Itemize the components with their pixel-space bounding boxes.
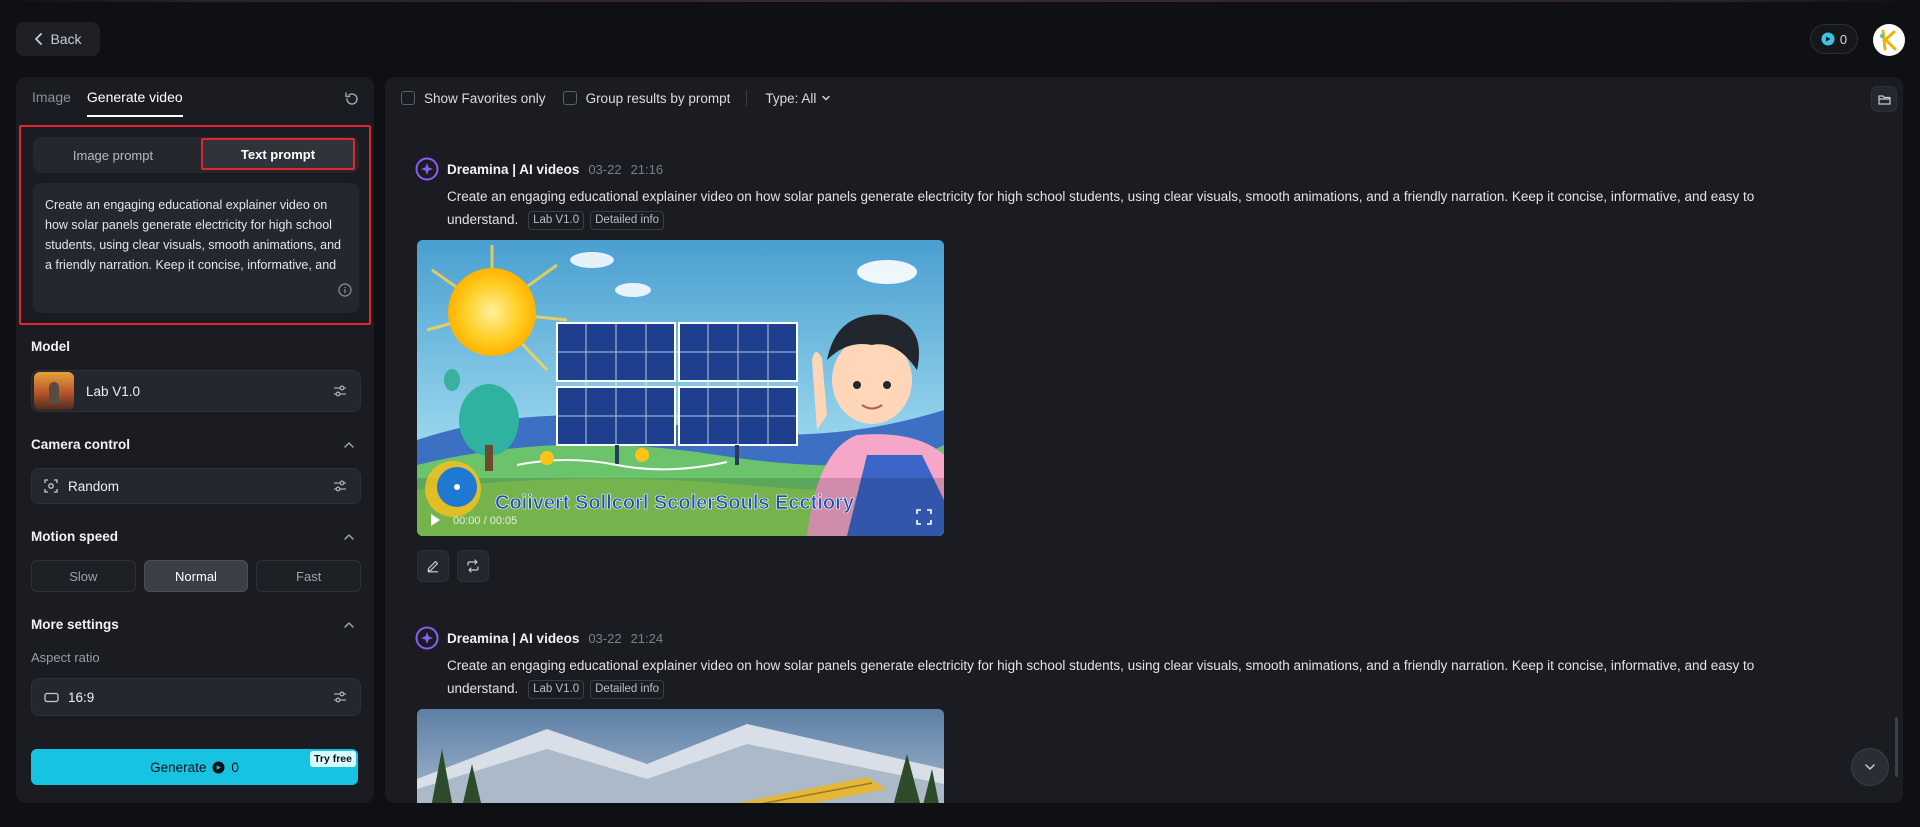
generate-cost: 0 — [231, 759, 239, 775]
edit-button[interactable] — [417, 550, 449, 582]
back-label: Back — [50, 31, 82, 47]
favorites-filter[interactable]: Show Favorites only — [401, 91, 546, 106]
result-author: Dreamina | AI videos — [447, 161, 580, 177]
result-item: Dreamina | AI videos 03-22 21:24 Create … — [415, 626, 1815, 700]
video-player[interactable]: Coiivert Sollcorl ScolerSouls Ecctiory 0… — [417, 240, 944, 536]
credits-count: 0 — [1839, 31, 1848, 47]
info-icon[interactable] — [338, 283, 352, 297]
result-prompt: Create an engaging educational explainer… — [447, 185, 1757, 231]
chevron-up-icon[interactable] — [342, 530, 356, 544]
video-frame: Coiivert Sollcorl ScolerSouls Ecctiory 0… — [417, 240, 944, 536]
speed-fast-button[interactable]: Fast — [256, 560, 362, 592]
result-header: Dreamina | AI videos 03-22 21:16 — [415, 157, 1815, 181]
result-prompt: Create an engaging educational explainer… — [447, 654, 1757, 700]
dreamina-logo-icon — [415, 157, 439, 181]
prompt-mode-switch: Image prompt Text prompt — [33, 137, 359, 173]
aspect-ratio-icon — [44, 692, 59, 702]
result-time: 21:16 — [630, 161, 664, 177]
generate-label: Generate — [150, 759, 207, 775]
chevron-down-icon — [822, 95, 831, 101]
reset-icon[interactable] — [343, 90, 361, 108]
prompt-textarea[interactable]: Create an engaging educational explainer… — [33, 183, 359, 313]
video-player[interactable] — [417, 709, 944, 803]
group-label: Group results by prompt — [585, 90, 731, 106]
aspect-ratio-label: Aspect ratio — [31, 650, 100, 665]
chevron-down-icon — [1865, 764, 1875, 771]
results-panel: Show Favorites only Group results by pro… — [385, 77, 1903, 803]
scrollbar-thumb[interactable] — [1895, 717, 1898, 777]
camera-control-selector[interactable]: Random — [31, 468, 361, 504]
type-filter-label: Type: All — [765, 90, 817, 106]
result-time: 21:24 — [630, 630, 664, 646]
user-avatar[interactable] — [1873, 24, 1905, 56]
result-author: Dreamina | AI videos — [447, 630, 580, 646]
result-date: 03-22 — [588, 630, 622, 646]
dreamina-logo-icon — [415, 626, 439, 650]
regenerate-button[interactable] — [457, 550, 489, 582]
aspect-ratio-value: 16:9 — [68, 689, 95, 705]
camera-focus-icon — [44, 479, 58, 493]
model-label: Model — [31, 339, 70, 354]
speed-normal-button[interactable]: Normal — [143, 560, 249, 592]
model-selector[interactable]: Lab V1.0 — [31, 370, 361, 412]
tab-generate-video[interactable]: Generate video — [86, 89, 183, 117]
result-actions — [417, 550, 489, 582]
sliders-icon[interactable] — [332, 478, 348, 494]
text-prompt-button[interactable]: Text prompt — [201, 138, 355, 170]
prompt-text: Create an engaging educational explainer… — [45, 198, 341, 272]
repeat-icon — [467, 559, 479, 573]
more-settings-label: More settings — [31, 617, 119, 632]
sliders-icon[interactable] — [332, 383, 348, 399]
prompt-section: Image prompt Text prompt Create an engag… — [19, 125, 371, 325]
model-value: Lab V1.0 — [86, 383, 141, 399]
avatar-emblem-icon — [1876, 27, 1902, 53]
group-checkbox[interactable] — [562, 91, 577, 105]
chevron-left-icon — [35, 33, 43, 45]
folder-button[interactable] — [1871, 86, 1897, 112]
detailed-info-tag[interactable]: Detailed info — [590, 680, 665, 699]
motion-speed-options: Slow Normal Fast — [31, 560, 362, 592]
credits-balance[interactable]: 0 — [1810, 24, 1858, 54]
favorites-checkbox[interactable] — [401, 91, 415, 105]
divider — [746, 90, 748, 106]
speed-slow-button[interactable]: Slow — [31, 560, 136, 592]
model-tag[interactable]: Lab V1.0 — [528, 680, 585, 699]
tab-image[interactable]: Image — [32, 89, 71, 117]
motion-speed-label: Motion speed — [31, 529, 118, 544]
scroll-to-bottom-button[interactable] — [1851, 748, 1889, 786]
folder-icon — [1877, 94, 1891, 105]
type-filter-dropdown[interactable]: Type: All — [765, 91, 832, 106]
video-timecode: 00:00 / 00:05 — [453, 515, 517, 527]
aspect-ratio-selector[interactable]: 16:9 — [31, 678, 361, 716]
result-item: Dreamina | AI videos 03-22 21:16 Create … — [415, 157, 1815, 231]
video-caption: Coiivert Sollcorl ScolerSouls Ecctiory — [495, 492, 855, 514]
credit-coin-icon — [1821, 32, 1835, 46]
detailed-info-tag[interactable]: Detailed info — [590, 211, 665, 230]
model-thumbnail — [34, 372, 74, 410]
result-header: Dreamina | AI videos 03-22 21:24 — [415, 626, 1815, 650]
try-free-badge: Try free — [310, 751, 356, 767]
favorites-label: Show Favorites only — [424, 90, 546, 106]
pencil-icon — [427, 560, 439, 573]
video-frame — [417, 709, 944, 803]
camera-control-value: Random — [68, 478, 120, 494]
top-accent-line — [0, 0, 1920, 2]
generate-button[interactable]: Generate 0 Try free — [31, 749, 358, 785]
sliders-icon[interactable] — [332, 689, 348, 705]
back-button[interactable]: Back — [16, 22, 100, 56]
results-filter-bar: Show Favorites only Group results by pro… — [401, 90, 832, 106]
chevron-up-icon[interactable] — [342, 438, 356, 452]
generation-settings-panel: Image Generate video Image prompt Text p… — [16, 77, 374, 803]
group-by-prompt-filter[interactable]: Group results by prompt — [562, 90, 731, 106]
image-prompt-button[interactable]: Image prompt — [33, 137, 193, 173]
mode-tabs: Image Generate video — [32, 89, 183, 117]
credit-coin-icon — [212, 760, 225, 774]
result-date: 03-22 — [588, 161, 622, 177]
model-tag[interactable]: Lab V1.0 — [528, 211, 585, 230]
chevron-up-icon[interactable] — [342, 618, 356, 632]
camera-control-label: Camera control — [31, 437, 131, 452]
